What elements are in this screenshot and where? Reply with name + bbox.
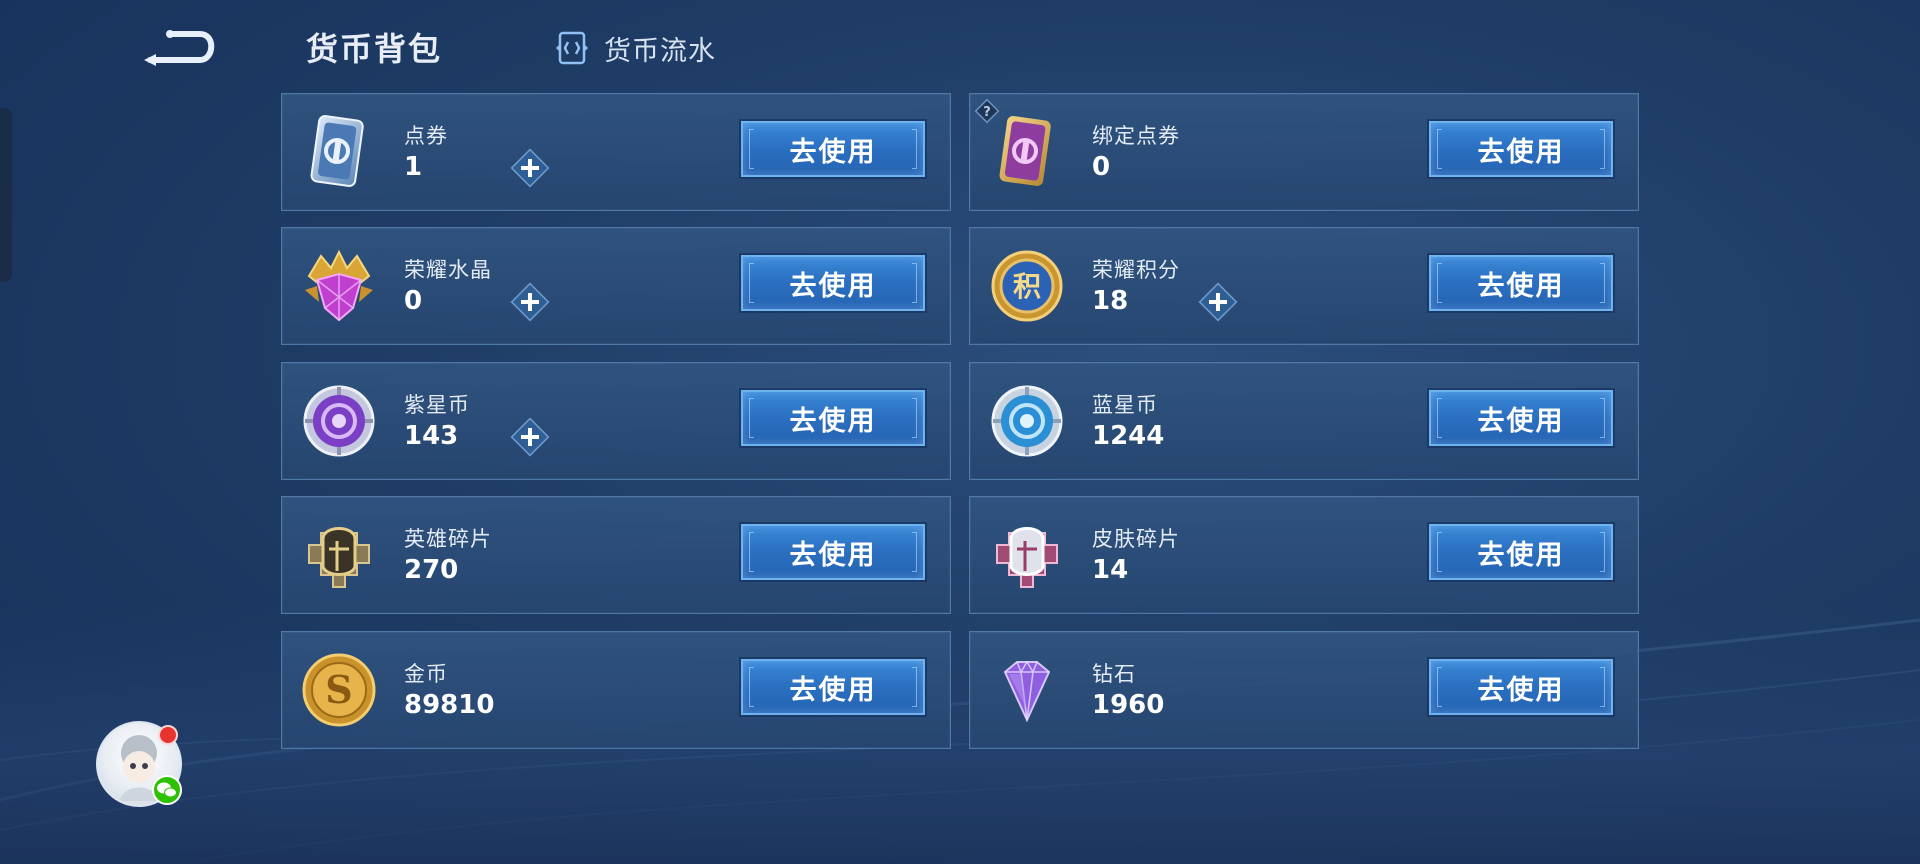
currency-card-hero-fragment: 英雄碎片 270 去使用: [281, 496, 951, 614]
page-title: 货币背包: [306, 30, 443, 68]
currency-grid: 点券 1 去使用 ? 绑定点券 0 去使用 荣耀水晶 0 去使用 积 荣耀积分 …: [281, 93, 1639, 749]
glory-crystal-icon: [305, 249, 373, 322]
currency-name: 金币: [404, 662, 448, 686]
currency-card-glory-crystal: 荣耀水晶 0 去使用: [281, 227, 951, 345]
currency-amount: 1244: [1092, 421, 1165, 451]
currency-amount: 89810: [404, 690, 495, 720]
svg-text:S: S: [325, 667, 352, 712]
blue-star-coin-icon: [991, 385, 1063, 457]
voucher-card-blue-icon: [310, 115, 364, 187]
glory-points-medal-icon: 积: [991, 250, 1063, 322]
use-button[interactable]: 去使用: [1429, 390, 1613, 446]
currency-card-gold-coin: S 金币 89810 去使用: [281, 631, 951, 749]
currency-amount: 270: [404, 555, 459, 585]
use-button[interactable]: 去使用: [741, 255, 925, 311]
player-avatar[interactable]: [96, 721, 182, 807]
add-crystal-plus-icon[interactable]: [508, 280, 552, 324]
purple-star-coin-icon: [303, 385, 375, 457]
currency-card-purple-star-coin: 紫星币 143 去使用: [281, 362, 951, 480]
use-button[interactable]: 去使用: [1429, 255, 1613, 311]
currency-amount: 1960: [1092, 690, 1165, 720]
use-button[interactable]: 去使用: [1429, 121, 1613, 177]
add-points-plus-icon[interactable]: [1196, 280, 1240, 324]
currency-name: 蓝星币: [1092, 393, 1158, 417]
gold-coin-icon: S: [302, 653, 376, 727]
diamond-icon: [1003, 660, 1051, 723]
currency-name: 英雄碎片: [404, 527, 492, 551]
currency-card-glory-points: 积 荣耀积分 18 去使用: [969, 227, 1639, 345]
currency-name: 绑定点券: [1092, 124, 1180, 148]
currency-name: 皮肤碎片: [1092, 527, 1180, 551]
use-button[interactable]: 去使用: [1429, 524, 1613, 580]
currency-name: 荣耀水晶: [404, 258, 492, 282]
currency-card-diamond: 钻石 1960 去使用: [969, 631, 1639, 749]
currency-card-skin-fragment: 皮肤碎片 14 去使用: [969, 496, 1639, 614]
hero-fragment-helmet-icon: [308, 527, 370, 588]
back-arrow-icon[interactable]: [142, 24, 222, 68]
wechat-icon: [152, 775, 182, 805]
add-voucher-plus-icon[interactable]: [508, 146, 552, 190]
currency-name: 点券: [404, 124, 448, 148]
left-edge-tab[interactable]: [0, 108, 12, 282]
currency-name: 紫星币: [404, 393, 470, 417]
svg-text:积: 积: [1013, 270, 1041, 303]
currency-amount: 1: [404, 152, 423, 182]
currency-amount: 18: [1092, 286, 1129, 316]
currency-flow-tab[interactable]: 货币流水: [554, 28, 716, 68]
bound-voucher-card-purple-icon: [999, 116, 1051, 186]
use-button[interactable]: 去使用: [741, 524, 925, 580]
flow-tab-label: 货币流水: [604, 35, 716, 67]
currency-name: 荣耀积分: [1092, 258, 1180, 282]
use-button[interactable]: 去使用: [741, 659, 925, 715]
use-button[interactable]: 去使用: [741, 121, 925, 177]
currency-card-voucher: 点券 1 去使用: [281, 93, 951, 211]
currency-amount: 143: [404, 421, 459, 451]
currency-card-bound-voucher: ? 绑定点券 0 去使用: [969, 93, 1639, 211]
flow-record-icon: [556, 31, 588, 65]
use-button[interactable]: 去使用: [741, 390, 925, 446]
currency-amount: 0: [404, 286, 423, 316]
currency-card-blue-star-coin: 蓝星币 1244 去使用: [969, 362, 1639, 480]
skin-fragment-helmet-icon: [996, 527, 1058, 588]
currency-name: 钻石: [1092, 662, 1136, 686]
notification-dot: [158, 725, 178, 745]
use-button[interactable]: 去使用: [1429, 659, 1613, 715]
add-purple-coin-plus-icon[interactable]: [508, 415, 552, 459]
currency-amount: 14: [1092, 555, 1129, 585]
currency-amount: 0: [1092, 152, 1111, 182]
